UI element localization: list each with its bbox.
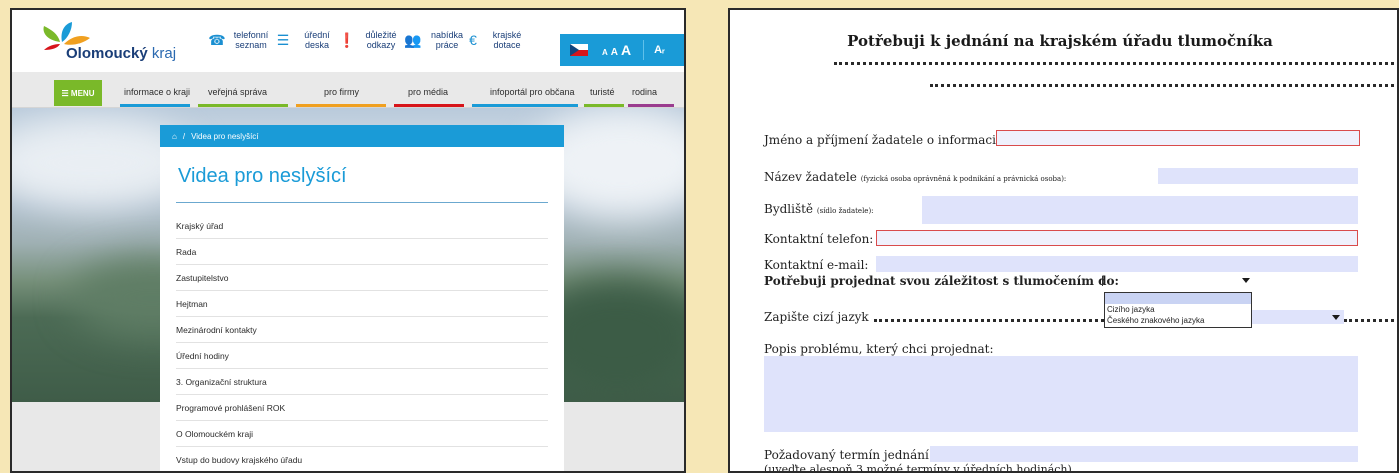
font-size-small[interactable]: A — [602, 48, 608, 57]
nav-underline — [472, 104, 578, 107]
nav-underline — [296, 104, 386, 107]
nav-underline — [584, 104, 624, 107]
dotted-divider — [834, 62, 1397, 65]
date-field[interactable] — [930, 446, 1358, 462]
label-problem: Popis problému, který chci projednat: — [764, 342, 994, 356]
euro-icon: € — [469, 32, 477, 48]
phone-field[interactable] — [876, 230, 1358, 246]
accessibility-bar: A A A Aᵣ — [560, 34, 684, 66]
nav-item-pro-firmy[interactable]: pro firmy — [324, 87, 359, 97]
dropdown-highlight — [1105, 293, 1251, 304]
page-title: Videa pro neslyšící — [178, 165, 347, 187]
name-field[interactable] — [996, 130, 1360, 146]
title-divider — [176, 202, 548, 203]
label-name: Jméno a příjmení žadatele o informaci: — [764, 133, 1000, 147]
list-item[interactable]: Úřední hodiny — [176, 343, 548, 369]
nav-underline — [394, 104, 464, 107]
dotted-divider — [930, 84, 1397, 87]
label-residence: Bydliště (sídlo žadatele): — [764, 202, 874, 216]
home-icon[interactable]: ⌂ — [172, 132, 177, 141]
label-email: Kontaktní e-mail: — [764, 258, 869, 272]
list-item[interactable]: Hejtman — [176, 291, 548, 317]
dotted-divider — [1344, 319, 1397, 322]
breadcrumb-current: Videa pro neslyšící — [191, 131, 259, 141]
text-cursor — [1102, 276, 1103, 286]
website-screenshot-panel: Olomoucký kraj ☎ telefonní seznam ☰ úřed… — [10, 8, 686, 473]
info-icon: ❗ — [338, 31, 356, 48]
label-interpretation: Potřebuji projednat svou záležitost s tl… — [764, 274, 1119, 288]
quick-link-grants[interactable]: € krajské dotace — [464, 24, 527, 56]
form-title: Potřebuji k jednání na krajském úřadu tl… — [847, 32, 1273, 50]
quick-link-board[interactable]: ☰ úřední deska — [274, 24, 337, 56]
nav-item-turiste[interactable]: turisté — [590, 87, 615, 97]
problem-textarea[interactable] — [764, 356, 1358, 432]
board-icon: ☰ — [276, 31, 290, 48]
nav-underline — [120, 104, 190, 107]
nav-item-infoportal[interactable]: infoportál pro občana — [490, 87, 575, 97]
list-item[interactable]: 3. Organizační struktura — [176, 369, 548, 395]
option-sign-language[interactable]: Českého znakového jazyka — [1105, 315, 1251, 326]
logo-text: Olomoucký kraj — [66, 45, 177, 62]
site-logo[interactable]: Olomoucký kraj — [38, 20, 188, 64]
nav-item-informace[interactable]: informace o kraji — [124, 87, 190, 97]
section-menu: Krajský úřad Rada Zastupitelstvo Hejtman… — [176, 213, 548, 471]
font-size-switcher[interactable]: A A A — [602, 42, 631, 58]
translate-icon[interactable]: Aᵣ — [654, 44, 665, 56]
people-icon: 👥 — [404, 31, 422, 48]
quick-link-jobs[interactable]: 👥 nabídka práce — [404, 24, 467, 56]
quick-link-phone[interactable]: ☎ telefonní seznam — [208, 24, 271, 56]
chevron-down-icon[interactable] — [1242, 278, 1250, 283]
quick-link-important[interactable]: ❗ důležité odkazy — [338, 24, 401, 56]
phone-icon: ☎ — [208, 31, 226, 48]
chevron-down-icon[interactable] — [1332, 315, 1340, 320]
list-item[interactable]: Mezinárodní kontakty — [176, 317, 548, 343]
font-size-medium[interactable]: A — [611, 47, 618, 58]
nav-item-verejna-sprava[interactable]: veřejná správa — [208, 87, 267, 97]
label-applicant: Název žadatele (fyzická osoba oprávněná … — [764, 170, 1067, 184]
content-card: ⌂ / Videa pro neslyšící Videa pro neslyš… — [160, 125, 564, 471]
residence-field[interactable] — [922, 196, 1358, 224]
nav-item-pro-media[interactable]: pro média — [408, 87, 448, 97]
site-header: Olomoucký kraj ☎ telefonní seznam ☰ úřed… — [12, 10, 684, 68]
nav-item-rodina[interactable]: rodina — [632, 87, 657, 97]
list-item[interactable]: Rada — [176, 239, 548, 265]
list-item[interactable]: Krajský úřad — [176, 213, 548, 239]
list-item[interactable]: O Olomouckém kraji — [176, 421, 548, 447]
applicant-field[interactable] — [1158, 168, 1358, 184]
label-phone: Kontaktní telefon: — [764, 232, 874, 246]
dropdown-options: Cizího jazyka Českého znakového jazyka — [1104, 292, 1252, 328]
foreign-language-field[interactable] — [1250, 310, 1344, 324]
email-field[interactable] — [876, 256, 1358, 272]
breadcrumb: ⌂ / Videa pro neslyšící — [160, 125, 564, 147]
list-item[interactable]: Vstup do budovy krajského úřadu — [176, 447, 548, 471]
nav-underline — [198, 104, 288, 107]
label-date-note: (uveďte alespoň 3 možné termíny v úřední… — [764, 463, 1072, 473]
czech-flag-icon[interactable] — [570, 44, 588, 56]
main-navigation: ☰ MENU informace o kraji veřejná správa … — [12, 72, 684, 108]
nav-underline — [628, 104, 674, 107]
list-item[interactable]: Zastupitelstvo — [176, 265, 548, 291]
menu-button[interactable]: ☰ MENU — [54, 80, 102, 106]
breadcrumb-separator: / — [182, 131, 186, 141]
divider — [643, 40, 645, 60]
font-size-large[interactable]: A — [621, 42, 631, 58]
interpretation-select[interactable] — [1102, 272, 1250, 288]
label-date: Požadovaný termín jednání: — [764, 448, 933, 462]
form-document-panel: Potřebuji k jednání na krajském úřadu tl… — [728, 8, 1399, 473]
list-item[interactable]: Programové prohlášení ROK — [176, 395, 548, 421]
dotted-divider — [874, 319, 1104, 322]
label-foreign-language: Zapište cizí jazyk — [764, 310, 869, 324]
option-foreign-language[interactable]: Cizího jazyka — [1105, 304, 1251, 315]
